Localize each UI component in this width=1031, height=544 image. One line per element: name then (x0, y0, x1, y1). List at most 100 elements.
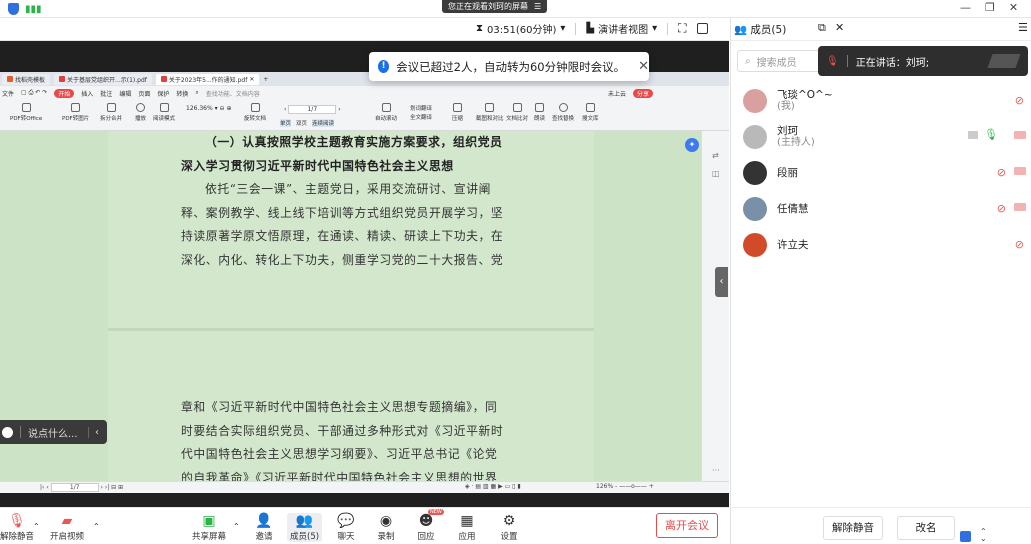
menu-edit[interactable]: 编辑 (119, 89, 131, 98)
mic-off-icon[interactable]: ⊘ (997, 166, 1006, 179)
mic-off-icon[interactable]: ⊘ (997, 202, 1006, 215)
settings-button[interactable]: ⚙ 设置 (500, 513, 518, 542)
app-tray-icon[interactable] (960, 531, 971, 542)
mic-off-icon[interactable]: ⊘ (1015, 94, 1024, 107)
tool-find-replace[interactable]: 查找替换 (552, 103, 574, 122)
tool-compress[interactable]: 压缩 (452, 103, 463, 122)
tool-pdf-to-office[interactable]: PDF转Office (10, 103, 42, 122)
menu-protect[interactable]: 保护 (157, 89, 169, 98)
single-page-button[interactable]: 单页 (280, 119, 292, 127)
quick-access-icons[interactable]: ▢ ⎙ ↶ ↷ (21, 89, 47, 97)
mic-off-icon[interactable]: ⊘ (1015, 238, 1024, 251)
restore-icon[interactable]: ❐ (985, 1, 995, 14)
member-row[interactable]: 许立夫 ⊘ (743, 230, 1028, 260)
translate-tools: 划词翻译 全文翻译 (410, 105, 432, 123)
popout-icon[interactable]: ⧉ (818, 21, 826, 35)
tool-play[interactable]: 播放 (135, 103, 146, 122)
close-icon[interactable]: ✕ (638, 59, 649, 74)
fullscreen-icon[interactable]: ⛶ (678, 21, 686, 36)
collapse-chat-icon[interactable]: ‹ (88, 426, 107, 438)
tool-reading-mode[interactable]: 阅读模式 (153, 103, 175, 122)
menu-comment[interactable]: 批注 (100, 89, 112, 98)
members-icon: 👥 (734, 24, 748, 36)
tool-icon (453, 103, 462, 112)
meeting-toolbar: 🎙 解除静音 ⌃ ▰ 开启视频 ⌃ ▣ 共享屏幕 ⌃ 👤 邀请 👥 成员(5) 💬 聊天 ◉… (0, 507, 729, 544)
status-view-icons[interactable]: ◈ · ▤ ▥ ▦ ▶ ▭ ▯ ▮ (465, 483, 521, 490)
tab-template[interactable]: 找稻壳模板 (2, 73, 51, 85)
member-row[interactable]: 段丽 ⊘ (743, 158, 1028, 188)
menu-insert[interactable]: 插入 (81, 89, 93, 98)
member-row[interactable]: 飞琰^O^~ (我) ⊘ (743, 86, 1028, 116)
tool-auto-scroll[interactable]: 自动滚动 (375, 103, 397, 122)
status-page-input[interactable]: 1/7 (50, 483, 99, 492)
emoji-icon[interactable] (2, 426, 13, 438)
collapse-panel-button[interactable]: ‹ (715, 267, 728, 297)
share-screen-button[interactable]: ▣ 共享屏幕 (192, 513, 226, 542)
tool-read-aloud[interactable]: 朗读 (534, 103, 545, 122)
tool-label: 朗读 (534, 116, 546, 122)
unmute-button[interactable]: 🎙 解除静音 (0, 513, 34, 542)
word-translate-button[interactable]: 划词翻译 (410, 105, 432, 114)
sidebar-toggle-icon[interactable] (696, 23, 708, 34)
leave-meeting-button[interactable]: 离开会议 (656, 513, 718, 538)
new-tab-icon[interactable]: + (263, 76, 268, 83)
reaction-button[interactable]: ☻ 回应 (417, 513, 435, 542)
chevron-up-icon[interactable]: ⌃ (93, 522, 100, 531)
tool-screenshot[interactable]: 截图和对比 (476, 103, 504, 122)
page-nav-status[interactable]: |‹ ‹ 1/7 › ›| ⊟ ⊞ (40, 483, 123, 492)
banner-menu-icon[interactable]: ☰ (534, 0, 541, 13)
more-icon[interactable]: ··· (712, 466, 720, 475)
start-video-button[interactable]: ▰ 开启视频 (50, 513, 84, 542)
tab-label: 关于2023年5...作的通知.pdf (168, 76, 248, 84)
timer[interactable]: ⧗ 03:51(60分钟) ▾ (476, 21, 565, 36)
expand-icon[interactable]: ⌃ ⌄ (980, 528, 987, 543)
member-row[interactable]: 任倩慧 ⊘ (743, 194, 1028, 224)
minimize-icon[interactable]: — (960, 1, 971, 14)
members-button[interactable]: 👥 成员(5) (287, 513, 323, 542)
rail-icons[interactable]: ⇄ ◫ (712, 147, 729, 183)
camera-off-icon[interactable] (1014, 203, 1026, 211)
apps-button[interactable]: ▦ 应用 (458, 513, 476, 542)
menu-icon[interactable]: ☰ (1018, 21, 1028, 34)
rename-button[interactable]: 改名 (897, 516, 955, 540)
tab-pdf-1[interactable]: 关于基层党组织开...示(1).pdf (54, 73, 152, 85)
floating-chat-input[interactable]: 说点什么... ‹ (0, 420, 107, 444)
tool-rotate[interactable]: 旋转文档 (244, 103, 266, 122)
chevron-up-icon[interactable]: ⌃ (33, 522, 40, 531)
members-panel-header: 👥 成员(5) ⧉ ✕ ☰ (730, 18, 1031, 41)
menu-convert[interactable]: 转换 (176, 89, 188, 98)
member-row[interactable]: 刘珂 (主持人) 🎙 (743, 122, 1028, 152)
security-shield-icon[interactable] (8, 3, 19, 15)
zoom-box[interactable]: 126.36% ▾ ⊖ ⊕ (186, 105, 232, 112)
share-button[interactable]: 分享 (632, 88, 653, 98)
camera-off-icon[interactable] (1014, 167, 1026, 175)
tool-split-merge[interactable]: 拆分合并 (100, 103, 122, 122)
record-button[interactable]: ◉ 录制 (377, 513, 395, 542)
camera-off-icon[interactable] (1014, 131, 1026, 139)
paragraph-line: 代中国特色社会主义思想学习纲要》、习近平总书记《论党 (181, 447, 498, 461)
tool-pdf-to-image[interactable]: PDF转图片 (62, 103, 89, 122)
continuous-button[interactable]: 连续阅读 (312, 119, 335, 127)
cloud-status[interactable]: 未上云 (608, 89, 626, 98)
menu-file[interactable]: 文件 (2, 89, 14, 98)
menu-page[interactable]: 页面 (138, 89, 150, 98)
close-icon[interactable]: ✕ (835, 21, 844, 34)
tool-search-library[interactable]: 搜文库 (582, 103, 599, 122)
menu-start[interactable]: 开始 (54, 88, 75, 98)
unmute-all-button[interactable]: 解除静音 (823, 516, 883, 540)
page-input[interactable]: 1/7 (288, 105, 337, 114)
status-zoom[interactable]: 126% - ——o—— + (596, 483, 654, 490)
assistant-icon[interactable]: ✦ (685, 138, 699, 152)
close-icon[interactable]: ✕ (249, 76, 254, 83)
invite-button[interactable]: 👤 邀请 (255, 513, 273, 542)
view-mode-dropdown[interactable]: ▙ 演讲者视图 ▾ (586, 21, 657, 36)
menu-search[interactable]: 查找功能、文档内容 (206, 89, 260, 98)
double-page-button[interactable]: 双页 (296, 119, 307, 127)
tab-pdf-2[interactable]: 关于2023年5...作的通知.pdf ✕ (155, 73, 260, 85)
full-translate-button[interactable]: 全文翻译 (410, 114, 432, 123)
tool-compare[interactable]: 文档比对 (506, 103, 528, 122)
page-navigator[interactable]: ‹ 1/7 › (284, 105, 341, 114)
chat-button[interactable]: 💬 聊天 (337, 513, 355, 542)
chevron-up-icon[interactable]: ⌃ (233, 522, 240, 531)
close-icon[interactable]: ✕ (1009, 1, 1018, 14)
